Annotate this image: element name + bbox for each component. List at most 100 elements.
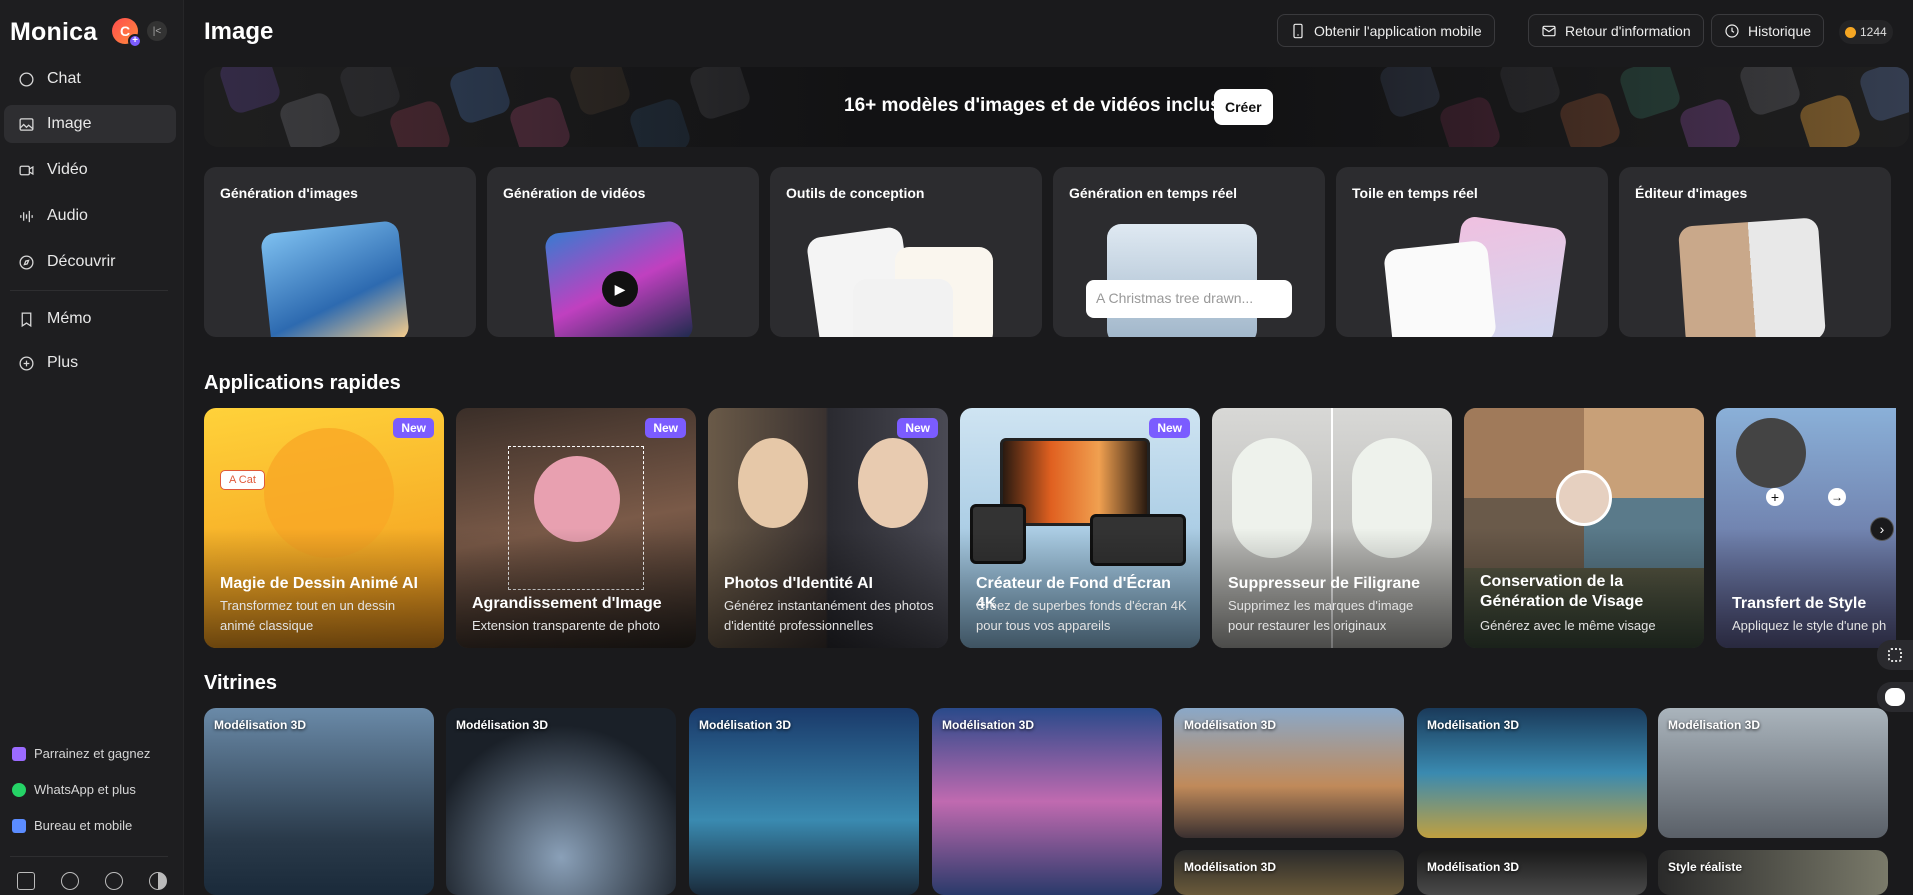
sidebar-item-plus[interactable]: Plus — [4, 344, 176, 382]
quick-app-style-transfer[interactable]: + → Transfert de Style Appliquez le styl… — [1716, 408, 1896, 648]
page-title: Image — [204, 18, 274, 45]
sidebar-item-audio[interactable]: Audio — [4, 197, 176, 235]
showcase-title: Vitrines — [204, 672, 277, 694]
sidebar-item-label: Plus — [47, 354, 79, 371]
credits-count: 1244 — [1860, 25, 1887, 39]
plus-circle-icon — [19, 355, 34, 371]
chat-icon — [19, 71, 34, 87]
referral-link[interactable]: Parrainez et gagnez — [12, 746, 150, 761]
phone-icon — [1293, 23, 1303, 38]
showcase-card[interactable]: Modélisation 3D — [1417, 850, 1647, 895]
feedback-button[interactable]: Retour d'information — [1528, 14, 1704, 47]
mail-icon — [1542, 25, 1556, 36]
showcase-card[interactable]: Modélisation 3D — [689, 708, 919, 895]
portrait-face — [858, 438, 928, 528]
clock-icon — [1725, 23, 1739, 38]
image-icon — [19, 117, 34, 131]
new-badge: New — [645, 418, 686, 438]
sidebar-item-chat[interactable]: Chat — [4, 60, 176, 98]
quick-app-watermark-remover[interactable]: Suppresseur de Filigrane Supprimez les m… — [1212, 408, 1452, 648]
showcase-card[interactable]: Modélisation 3D — [932, 708, 1162, 895]
sidebar-item-memo[interactable]: Mémo — [4, 300, 176, 338]
sketch-canvas-thumbnail — [1383, 239, 1497, 337]
sidebar-item-label: Découvrir — [47, 253, 116, 270]
showcase-label: Modélisation 3D — [214, 718, 307, 732]
home-icon[interactable] — [17, 872, 35, 890]
showcase-label: Modélisation 3D — [699, 718, 792, 732]
showcase-label: Style réaliste — [1668, 860, 1743, 874]
get-mobile-app-button[interactable]: Obtenir l'application mobile — [1277, 14, 1495, 47]
help-icon[interactable] — [61, 872, 79, 890]
quick-app-4k-wallpaper[interactable]: New Créateur de Fond d'Écran 4K Créez de… — [960, 408, 1200, 648]
showcase-label: Modélisation 3D — [1427, 860, 1520, 874]
app-title: Agrandissement d'Image — [472, 595, 662, 612]
whatsapp-label: WhatsApp et plus — [34, 782, 136, 797]
sidebar-item-video[interactable]: Vidéo — [4, 151, 176, 189]
theme-icon[interactable] — [149, 872, 167, 890]
devices-icon — [12, 818, 26, 833]
grid-icon — [1888, 648, 1902, 662]
sidebar-item-label: Mémo — [47, 310, 92, 327]
app-title: Magie de Dessin Animé AI — [220, 575, 418, 592]
quick-app-cartoon[interactable]: A Cat New Magie de Dessin Animé AI Trans… — [204, 408, 444, 648]
desktop-mobile-label: Bureau et mobile — [34, 818, 133, 833]
models-banner[interactable]: 16+ modèles d'images et de vidéos inclus… — [204, 67, 1909, 147]
app-title: Photos d'Identité AI — [724, 575, 873, 592]
whatsapp-link[interactable]: WhatsApp et plus — [12, 782, 136, 797]
sidebar-item-label: Vidéo — [47, 161, 88, 178]
collapse-sidebar-icon[interactable]: |< — [147, 21, 167, 41]
portrait-edit-thumbnail — [1677, 217, 1827, 337]
tool-label: Éditeur d'images — [1635, 185, 1748, 201]
carousel-next-button[interactable]: › — [1870, 517, 1894, 541]
showcase-card[interactable]: Style réaliste — [1658, 850, 1888, 895]
tool-image-editor[interactable]: Éditeur d'images — [1619, 167, 1891, 337]
showcase-card[interactable]: Modélisation 3D — [204, 708, 434, 895]
desktop-mobile-link[interactable]: Bureau et mobile — [12, 818, 132, 833]
app-description: Générez avec le même visage — [1480, 618, 1656, 633]
assistant-widget[interactable] — [1877, 682, 1913, 712]
showcase-label: Modélisation 3D — [942, 718, 1035, 732]
flying-bus-thumbnail — [260, 220, 410, 337]
settings-icon[interactable] — [105, 872, 123, 890]
credits-badge[interactable]: 1244 — [1839, 20, 1893, 44]
showcase-label: Modélisation 3D — [1184, 718, 1277, 732]
history-button[interactable]: Historique — [1711, 14, 1825, 47]
showcase-label: Modélisation 3D — [1668, 718, 1761, 732]
play-icon[interactable]: ▶ — [602, 271, 638, 307]
app-description: Supprimez les marques d'image pour resta… — [1228, 598, 1414, 633]
history-label: Historique — [1748, 22, 1812, 39]
cat-photo — [1736, 418, 1806, 488]
tool-label: Génération en temps réel — [1069, 185, 1238, 201]
quick-app-id-photos[interactable]: New Photos d'Identité AI Générez instant… — [708, 408, 948, 648]
apps-grid-widget[interactable] — [1877, 640, 1913, 670]
sidebar-item-discover[interactable]: Découvrir — [4, 243, 176, 281]
showcase-card[interactable]: Modélisation 3D — [1417, 708, 1647, 838]
compass-icon — [19, 254, 34, 270]
create-button[interactable]: Créer — [1214, 89, 1273, 125]
cartoon-tag: A Cat — [220, 470, 265, 490]
app-title: Transfert de Style — [1732, 595, 1867, 612]
sidebar-item-label: Audio — [47, 207, 88, 224]
app-description: Appliquez le style d'une ph — [1732, 618, 1886, 633]
new-badge: New — [1149, 418, 1190, 438]
brand-logo[interactable]: Monica — [10, 18, 97, 47]
showcase-card[interactable]: Modélisation 3D — [1658, 708, 1888, 838]
sidebar-item-image[interactable]: Image — [4, 105, 176, 143]
avatar[interactable]: C + — [112, 18, 142, 48]
app-description: Générez instantanément des photos d'iden… — [724, 598, 934, 633]
coin-icon — [1845, 26, 1856, 38]
showcase-label: Modélisation 3D — [1184, 860, 1277, 874]
showcase-label: Modélisation 3D — [1427, 718, 1520, 732]
new-badge: New — [897, 418, 938, 438]
tool-image-generation[interactable]: Génération d'images — [204, 167, 476, 337]
showcase-card[interactable]: Modélisation 3D — [446, 708, 676, 895]
tool-realtime-generation[interactable]: Génération en temps réel A Christmas tre… — [1053, 167, 1325, 337]
sidebar-item-label: Image — [47, 115, 92, 132]
showcase-card[interactable]: Modélisation 3D — [1174, 708, 1404, 838]
quick-app-face-consistency[interactable]: Conservation de la Génération de Visage … — [1464, 408, 1704, 648]
tool-realtime-canvas[interactable]: Toile en temps réel — [1336, 167, 1608, 337]
showcase-card[interactable]: Modélisation 3D — [1174, 850, 1404, 895]
tool-design-tools[interactable]: Outils de conception — [770, 167, 1042, 337]
tool-video-generation[interactable]: Génération de vidéos ▶ — [487, 167, 759, 337]
quick-app-image-expand[interactable]: New Agrandissement d'Image Extension tra… — [456, 408, 696, 648]
